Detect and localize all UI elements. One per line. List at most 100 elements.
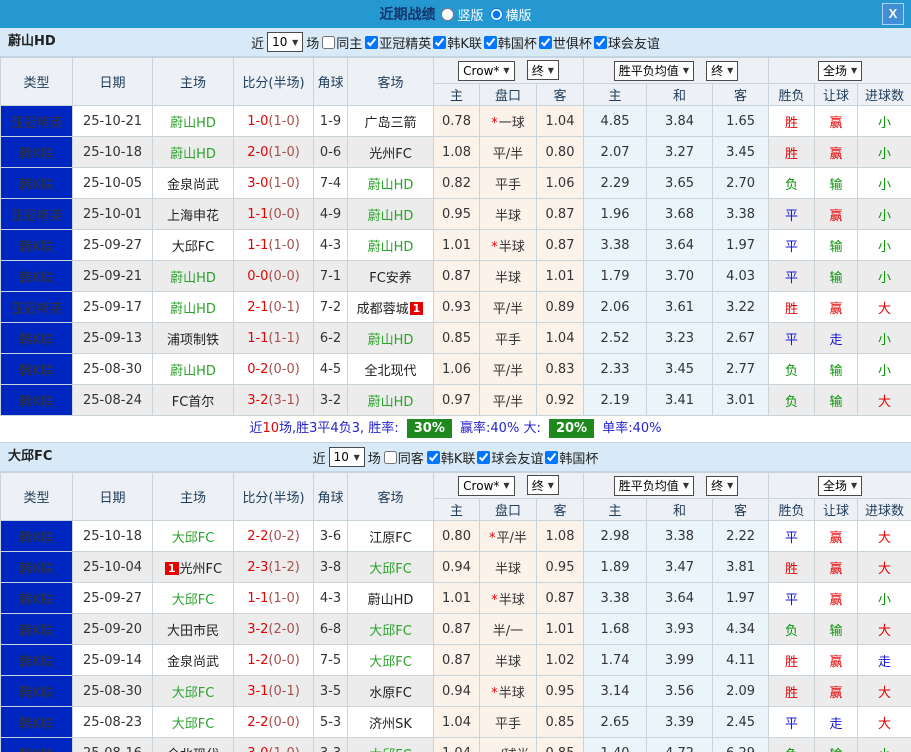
- close-button[interactable]: X: [882, 3, 904, 25]
- col-date: 日期: [72, 57, 153, 106]
- final-odds-select-2[interactable]: 终 ▼: [706, 475, 739, 496]
- handicap-odds-away: 0.85: [535, 706, 585, 738]
- result-wdl: 胜: [768, 105, 816, 137]
- col-goals: 进球数: [857, 498, 911, 521]
- titlebar: 近期战绩 竖版 横版 X: [0, 0, 911, 28]
- match-row: 韩K联 25-09-27 大邱FC 1-1(1-0) 4-3 蔚山HD 1.01…: [0, 582, 911, 614]
- competition-checkbox[interactable]: 球会友谊: [593, 33, 660, 52]
- chevron-down-icon: ▼: [292, 37, 299, 47]
- competition-checkbox[interactable]: 韩K联: [433, 33, 482, 52]
- competition-checkbox[interactable]: 世俱杯: [538, 33, 592, 52]
- avg-odds-away: 3.45: [712, 136, 770, 168]
- score: 1-0(1-0): [233, 105, 314, 137]
- match-date: 25-10-01: [72, 198, 153, 230]
- away-team: 蔚山HD: [347, 322, 434, 354]
- competition-checkbox[interactable]: 韩国杯: [545, 448, 598, 467]
- avg-odds-away: 3.01: [712, 384, 770, 416]
- competition-checkbox[interactable]: 球会友谊: [477, 448, 543, 467]
- result-handicap: 输: [814, 353, 859, 385]
- bookmaker-select[interactable]: Crow* ▼: [458, 60, 515, 81]
- avg-odds-select[interactable]: 胜平负均值 ▼: [613, 60, 694, 81]
- handicap-line: 平/半: [479, 353, 537, 385]
- away-team: 蔚山HD: [347, 384, 434, 416]
- avg-odds-away: 2.45: [712, 706, 770, 738]
- competition-badge: 亚冠精英: [0, 291, 73, 323]
- avg-odds-home: 2.33: [583, 353, 648, 385]
- avg-odds-home: 2.98: [583, 520, 648, 552]
- result-wdl: 平: [768, 198, 816, 230]
- avg-odds-select[interactable]: 胜平负均值 ▼: [613, 475, 694, 496]
- games-label: 场: [367, 451, 381, 467]
- avg-odds-home: 3.38: [583, 582, 648, 614]
- handicap-odds-home: 1.04: [433, 737, 480, 752]
- team-label: 蔚山HD: [367, 177, 414, 193]
- layout-horizontal-radio[interactable]: 横版: [489, 5, 532, 24]
- result-handicap: 输: [814, 613, 859, 645]
- layout-vertical-radio-input[interactable]: [441, 7, 455, 21]
- chevron-down-icon: ▼: [682, 66, 689, 75]
- home-team: 蔚山HD: [152, 353, 234, 385]
- avg-odds-home: 1.68: [583, 613, 648, 645]
- games-count-select[interactable]: 10 ▼: [328, 447, 365, 467]
- home-team: 蔚山HD: [152, 105, 234, 137]
- final-odds-select-2[interactable]: 终 ▼: [706, 60, 739, 81]
- results-table: 类型 日期 主场 比分(半场) 角球 客场 Crow* ▼ 终 ▼ 胜平负均值 ▼ 终…: [0, 57, 911, 416]
- rate-badge: 20%: [548, 419, 595, 438]
- result-wdl: 负: [768, 353, 816, 385]
- col-away: 客场: [347, 57, 434, 106]
- match-date: 25-09-27: [72, 229, 153, 261]
- summary-text: 场,胜3平4负3, 胜率:: [279, 421, 403, 436]
- result-handicap: 赢: [814, 291, 859, 323]
- home-team: 1 光州FC: [152, 551, 234, 583]
- team-label: 蔚山HD: [170, 363, 216, 379]
- star-mark: *: [489, 530, 496, 546]
- avg-odds-away: 3.38: [712, 198, 770, 230]
- col-score: 比分(半场): [233, 57, 314, 106]
- away-team: 大邱FC: [347, 737, 434, 752]
- corners: 3-6: [313, 520, 348, 552]
- handicap-odds-away: 0.83: [535, 353, 585, 385]
- match-date: 25-09-14: [72, 644, 153, 676]
- corners: 3-3: [313, 737, 348, 752]
- away-team: 大邱FC: [347, 644, 434, 676]
- summary-row: 近10场,胜3平4负3, 胜率: 30% 赢率:40% 大: 20% 单率:40…: [0, 416, 911, 443]
- handicap-line: 半/一: [479, 613, 537, 645]
- team-label: 大邱FC: [171, 530, 215, 546]
- team-label: FC首尔: [171, 394, 215, 410]
- competition-badge: 韩K联: [0, 353, 73, 385]
- chevron-down-icon: ▼: [353, 452, 360, 462]
- competition-checkbox[interactable]: 亚冠精英: [365, 33, 431, 52]
- competition-checkbox[interactable]: 韩国杯: [483, 33, 537, 52]
- home-team: 上海申花: [152, 198, 234, 230]
- games-count-select[interactable]: 10 ▼: [267, 32, 304, 52]
- handicap-odds-home: 1.01: [433, 229, 480, 261]
- match-row: 韩K联 25-08-16 全北现代 3-0(1-0) 3-3 大邱FC 1.04…: [0, 737, 911, 752]
- home-team: 浦项制铁: [152, 322, 234, 354]
- handicap-line: 一/球半: [479, 737, 537, 752]
- col-handicap-home: 主: [433, 498, 480, 521]
- result-wdl: 胜: [768, 551, 816, 583]
- layout-horizontal-radio-input[interactable]: [489, 7, 503, 21]
- result-goals: 小: [857, 167, 911, 199]
- final-odds-select-1[interactable]: 终 ▼: [526, 60, 559, 81]
- team-name: 蔚山HD: [8, 34, 56, 49]
- team-label: 蔚山HD: [367, 208, 414, 224]
- handicap-line: *一球: [479, 105, 537, 137]
- col-type: 类型: [0, 472, 73, 521]
- result-handicap: 赢: [814, 582, 859, 614]
- result-handicap: 赢: [814, 520, 859, 552]
- bookmaker-select[interactable]: Crow* ▼: [458, 475, 515, 496]
- same-venue-checkbox[interactable]: 同客: [383, 448, 424, 467]
- final-odds-select-1[interactable]: 终 ▼: [526, 475, 559, 496]
- layout-vertical-radio[interactable]: 竖版: [441, 5, 484, 24]
- scope-select[interactable]: 全场 ▼: [817, 475, 863, 496]
- same-venue-checkbox[interactable]: 同主: [322, 33, 362, 52]
- team-label: 蔚山HD: [170, 301, 216, 317]
- scope-select[interactable]: 全场 ▼: [817, 60, 863, 81]
- handicap-line: 平/半: [479, 291, 537, 323]
- team-label: 全北现代: [364, 363, 417, 379]
- avg-odds-draw: 3.65: [646, 167, 714, 199]
- competition-checkbox[interactable]: 韩K联: [426, 448, 475, 467]
- score: 2-0(1-0): [233, 136, 314, 168]
- chevron-down-icon: ▼: [503, 66, 510, 76]
